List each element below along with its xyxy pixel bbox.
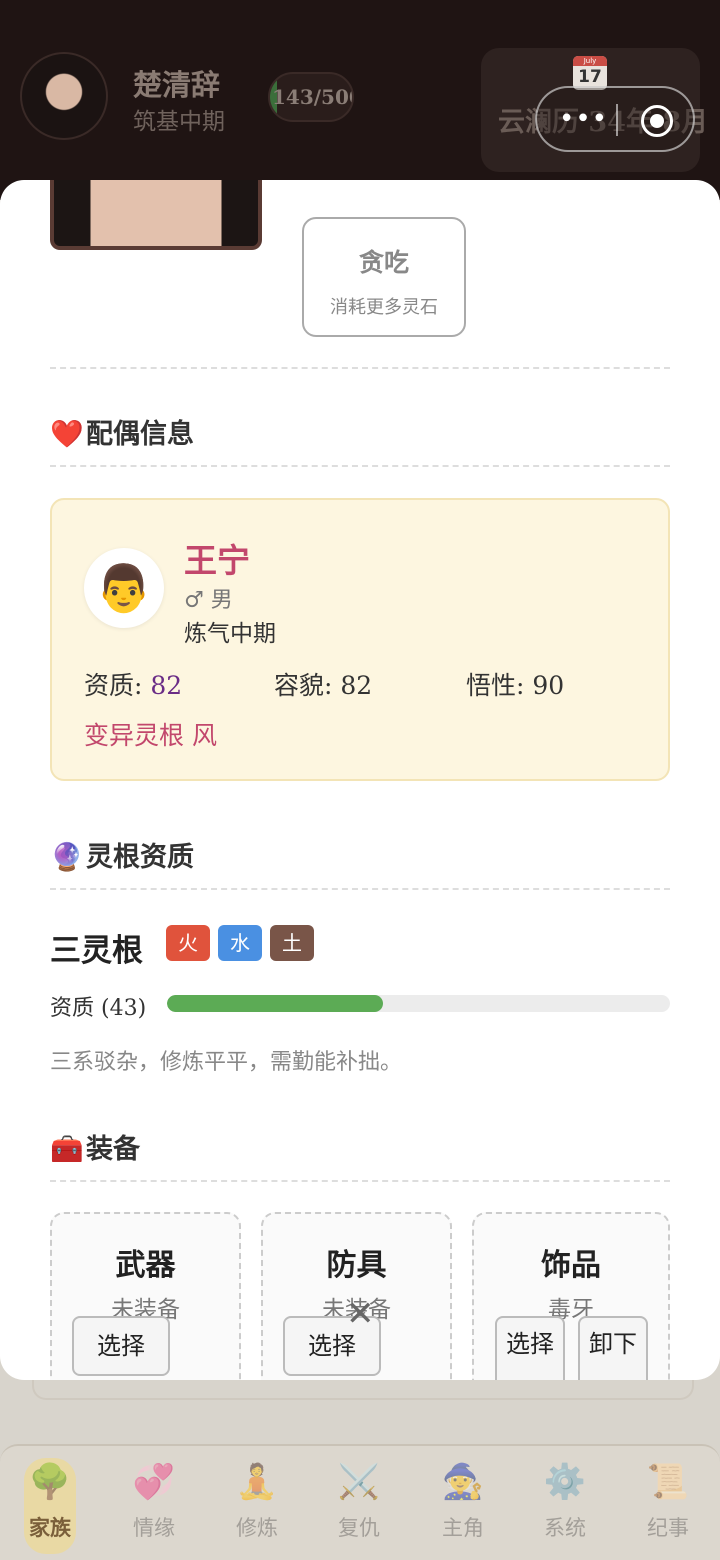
equip-slot-name: 防具 <box>326 1248 387 1283</box>
hearts-icon: 💞 <box>132 1462 176 1502</box>
nav-label: 复仇 <box>338 1516 380 1540</box>
element-tag: 土 <box>270 925 314 961</box>
nav-revenge[interactable]: ⚔️ 复仇 <box>309 1458 409 1554</box>
nav-protagonist[interactable]: 🧙 主角 <box>413 1458 513 1554</box>
character-portrait <box>50 180 262 250</box>
toolbox-icon: 🧰 <box>50 1134 84 1165</box>
tree-icon: 🌳 <box>28 1462 72 1502</box>
spouse-realm: 炼气中期 <box>184 621 276 647</box>
spouse-stat-aptitude: 资质: 82 <box>84 671 183 700</box>
character-detail-modal[interactable]: 贪吃 消耗更多灵石 ❤️配偶信息 👨 王宁 ♂ 男 炼气中期 资质: 82 容貌… <box>0 180 720 1380</box>
nav-label: 修炼 <box>236 1516 278 1540</box>
equip-slot-name: 武器 <box>115 1248 176 1283</box>
element-tag: 水 <box>218 925 262 961</box>
nav-system[interactable]: ⚙️ 系统 <box>515 1458 615 1554</box>
aptitude-bar <box>167 995 670 1012</box>
divider <box>50 465 670 467</box>
crossed-swords-icon: ⚔️ <box>337 1462 381 1502</box>
spouse-stat-looks: 容貌: 82 <box>274 671 373 700</box>
element-tag: 火 <box>166 925 210 961</box>
root-description: 三系驳杂，修炼平平，需勤能补拙。 <box>50 1050 403 1075</box>
equip-slot-accessory: 饰品 毒牙 选择 卸下 <box>472 1212 670 1380</box>
equip-slot-name: 饰品 <box>541 1248 601 1283</box>
cultivation-progress-text: 143/5000 <box>272 85 352 109</box>
spouse-mutation: 变异灵根 风 <box>84 721 217 750</box>
player-name: 楚清辞 <box>133 68 221 102</box>
nav-label: 纪事 <box>647 1516 689 1540</box>
heart-icon: ❤️ <box>50 419 84 450</box>
nav-family[interactable]: 🌳 家族 <box>24 1458 76 1554</box>
unequip-accessory-button[interactable]: 卸下 <box>578 1316 648 1380</box>
trait-desc: 消耗更多灵石 <box>330 297 438 318</box>
bottom-nav: 🌳 家族 💞 情缘 🧘 修炼 ⚔️ 复仇 🧙 主角 ⚙️ 系统 📜 纪事 <box>0 1444 720 1560</box>
nav-cultivate[interactable]: 🧘 修炼 <box>207 1458 307 1554</box>
spouse-gender: ♂ 男 <box>184 588 233 613</box>
scroll-icon: 📜 <box>646 1462 690 1502</box>
aptitude-label: 资质 (43) <box>50 996 147 1021</box>
cultivation-progress: 143/5000 <box>268 72 354 122</box>
root-type: 三灵根 <box>50 933 143 969</box>
equip-slot-weapon: 武器 未装备 选择 <box>50 1212 241 1380</box>
equipment-section-title: 🧰装备 <box>50 1134 140 1165</box>
trait-name: 贪吃 <box>358 248 409 277</box>
select-accessory-button[interactable]: 选择 <box>495 1316 565 1380</box>
nav-romance[interactable]: 💞 情缘 <box>104 1458 204 1554</box>
spouse-name: 王宁 <box>184 541 250 580</box>
close-miniprogram-icon[interactable] <box>641 105 673 137</box>
divider <box>50 1180 670 1182</box>
player-realm: 筑基中期 <box>133 109 225 135</box>
spouse-avatar-icon: 👨 <box>84 548 164 628</box>
calendar-icon: July 17 <box>573 56 607 90</box>
aptitude-bar-fill <box>167 995 384 1012</box>
top-status-bar: 楚清辞 筑基中期 143/5000 July 17 云澜历 34年 8月 ••• <box>0 0 720 200</box>
nav-label: 情缘 <box>133 1516 175 1540</box>
gear-icon: ⚙️ <box>543 1462 587 1502</box>
nav-label: 主角 <box>442 1516 484 1540</box>
meditation-icon: 🧘 <box>235 1462 279 1502</box>
nav-chronicle[interactable]: 📜 纪事 <box>618 1458 718 1554</box>
mage-icon: 🧙 <box>441 1462 485 1502</box>
spouse-section-title: ❤️配偶信息 <box>50 419 194 450</box>
spouse-stat-comprehension: 悟性: 90 <box>466 671 565 700</box>
crystal-ball-icon: 🔮 <box>50 842 84 873</box>
select-weapon-button[interactable]: 选择 <box>72 1316 170 1376</box>
nav-label: 家族 <box>29 1515 71 1540</box>
player-avatar[interactable] <box>20 52 108 140</box>
divider <box>50 367 670 369</box>
divider <box>50 888 670 890</box>
close-icon[interactable]: ✕ <box>346 1294 375 1334</box>
root-section-title: 🔮灵根资质 <box>50 842 194 873</box>
trait-card: 贪吃 消耗更多灵石 <box>302 217 466 337</box>
spouse-card[interactable]: 👨 王宁 ♂ 男 炼气中期 资质: 82 容貌: 82 悟性: 90 变异灵根 … <box>50 498 670 781</box>
nav-label: 系统 <box>544 1516 586 1540</box>
more-icon[interactable]: ••• <box>559 106 608 132</box>
miniprogram-capsule: ••• <box>535 86 695 152</box>
